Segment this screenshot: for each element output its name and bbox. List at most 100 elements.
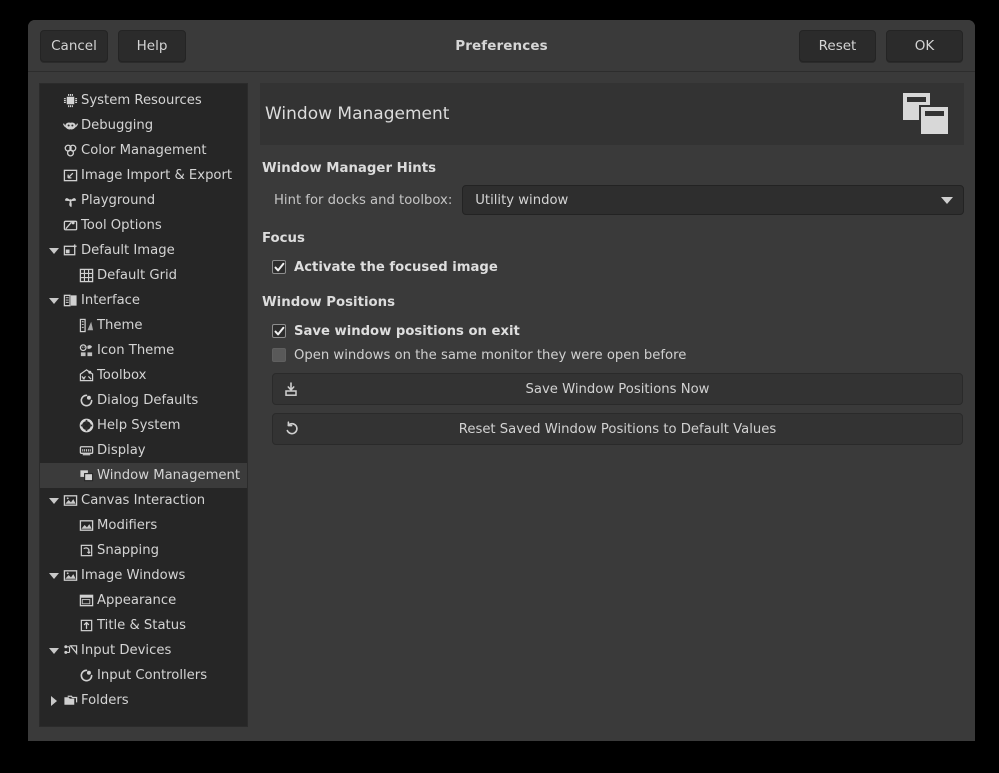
open-windows-same-monitor-checkbox[interactable] xyxy=(272,348,286,362)
color-circles-icon xyxy=(62,142,79,159)
save-window-positions-on-exit-checkbox[interactable] xyxy=(272,324,286,338)
help-button[interactable]: Help xyxy=(118,30,186,62)
title-status-icon xyxy=(78,617,95,634)
section-title-focus: Focus xyxy=(260,231,964,246)
tree-expander-spacer xyxy=(46,88,62,113)
tree-expander-spacer xyxy=(62,263,78,288)
sidebar-item-label: Debugging xyxy=(81,119,153,132)
sidebar-item-label: Image Windows xyxy=(81,569,185,582)
chevron-down-icon[interactable] xyxy=(46,488,62,513)
section-window-manager-hints: Window Manager Hints Hint for docks and … xyxy=(260,161,964,215)
tree-expander-spacer xyxy=(62,613,78,638)
sidebar-item-canvas-interaction[interactable]: Canvas Interaction xyxy=(40,488,247,513)
reset-saved-window-positions-button[interactable]: Reset Saved Window Positions to Default … xyxy=(272,413,963,445)
import-export-icon xyxy=(62,167,79,184)
chevron-right-icon[interactable] xyxy=(46,688,62,713)
sidebar-item-image-import-export[interactable]: Image Import & Export xyxy=(40,163,247,188)
sidebar-item-label: Canvas Interaction xyxy=(81,494,205,507)
hint-for-docks-value: Utility window xyxy=(475,193,941,208)
sidebar-item-image-windows[interactable]: Image Windows xyxy=(40,563,247,588)
sidebar-item-help-system[interactable]: Help System xyxy=(40,413,247,438)
section-focus: Focus Activate the focused image xyxy=(260,231,964,279)
section-window-positions: Window Positions Save window positions o… xyxy=(260,295,964,453)
save-window-positions-now-label: Save Window Positions Now xyxy=(526,382,710,397)
bug-icon xyxy=(62,117,79,134)
ok-button[interactable]: OK xyxy=(886,30,963,62)
activate-focused-image-label: Activate the focused image xyxy=(294,260,498,275)
sidebar-item-label: Title & Status xyxy=(97,619,186,632)
preferences-category-tree[interactable]: System Resources Debugging Color Managemen… xyxy=(39,83,248,727)
tree-expander-spacer xyxy=(62,438,78,463)
sidebar-item-modifiers[interactable]: Modifiers xyxy=(40,513,247,538)
grid-icon xyxy=(78,267,95,284)
sidebar-item-icon-theme[interactable]: Icon Theme xyxy=(40,338,247,363)
sidebar-item-color-management[interactable]: Color Management xyxy=(40,138,247,163)
undo-icon xyxy=(284,421,300,437)
sidebar-item-tool-options[interactable]: Tool Options xyxy=(40,213,247,238)
chevron-down-icon[interactable] xyxy=(46,638,62,663)
sidebar-item-title-status[interactable]: Title & Status xyxy=(40,613,247,638)
sidebar-item-playground[interactable]: Playground xyxy=(40,188,247,213)
cancel-button[interactable]: Cancel xyxy=(40,30,108,62)
sidebar-item-label: Input Devices xyxy=(81,644,171,657)
toolbox-icon xyxy=(78,367,95,384)
sidebar-item-label: System Resources xyxy=(81,94,202,107)
dialog-defaults-icon xyxy=(78,667,95,684)
tree-expander-spacer xyxy=(62,413,78,438)
hint-for-docks-dropdown[interactable]: Utility window xyxy=(462,185,964,215)
theme-icon xyxy=(78,317,95,334)
hint-for-docks-label: Hint for docks and toolbox: xyxy=(274,193,452,208)
sidebar-item-default-grid[interactable]: Default Grid xyxy=(40,263,247,288)
sidebar-item-interface[interactable]: Interface xyxy=(40,288,247,313)
chevron-down-icon[interactable] xyxy=(46,238,62,263)
help-system-icon xyxy=(78,417,95,434)
activate-focused-image-checkbox[interactable] xyxy=(272,260,286,274)
sidebar-item-label: Window Management xyxy=(97,469,240,482)
tree-expander-spacer xyxy=(46,138,62,163)
folders-icon xyxy=(62,692,79,709)
tree-expander-spacer xyxy=(62,663,78,688)
window-management-large-icon xyxy=(902,92,950,136)
tree-expander-spacer xyxy=(46,213,62,238)
sidebar-item-input-devices[interactable]: Input Devices xyxy=(40,638,247,663)
sidebar-item-debugging[interactable]: Debugging xyxy=(40,113,247,138)
preferences-content-pane: Window Management Window Manager Hints H… xyxy=(260,83,964,727)
sidebar-item-toolbox[interactable]: Toolbox xyxy=(40,363,247,388)
dialog-defaults-icon xyxy=(78,392,95,409)
chevron-down-icon[interactable] xyxy=(46,288,62,313)
icon-theme-icon xyxy=(78,342,95,359)
sidebar-item-appearance[interactable]: Appearance xyxy=(40,588,247,613)
sidebar-item-display[interactable]: Display xyxy=(40,438,247,463)
preferences-dialog: Cancel Help Preferences Reset OK System … xyxy=(28,20,975,741)
tree-expander-spacer xyxy=(46,163,62,188)
open-windows-same-monitor-row[interactable]: Open windows on the same monitor they we… xyxy=(260,343,964,367)
canvas-icon xyxy=(62,492,79,509)
sidebar-item-default-image[interactable]: Default Image xyxy=(40,238,247,263)
chevron-down-icon[interactable] xyxy=(46,563,62,588)
reset-button[interactable]: Reset xyxy=(799,30,876,62)
sidebar-item-folders[interactable]: Folders xyxy=(40,688,247,713)
window-management-icon xyxy=(78,467,95,484)
sidebar-item-dialog-defaults[interactable]: Dialog Defaults xyxy=(40,388,247,413)
tree-expander-spacer xyxy=(62,388,78,413)
sidebar-item-label: Input Controllers xyxy=(97,669,207,682)
sidebar-item-label: Toolbox xyxy=(97,369,146,382)
sidebar-item-window-management[interactable]: Window Management xyxy=(40,463,247,488)
sidebar-item-label: Icon Theme xyxy=(97,344,174,357)
hint-for-docks-row: Hint for docks and toolbox: Utility wind… xyxy=(260,185,964,215)
sidebar-item-system-resources[interactable]: System Resources xyxy=(40,88,247,113)
display-icon xyxy=(78,442,95,459)
tool-options-icon xyxy=(62,217,79,234)
interface-icon xyxy=(62,292,79,309)
tree-expander-spacer xyxy=(62,588,78,613)
sidebar-item-theme[interactable]: Theme xyxy=(40,313,247,338)
appearance-icon xyxy=(78,592,95,609)
sidebar-item-input-controllers[interactable]: Input Controllers xyxy=(40,663,247,688)
save-window-positions-on-exit-row[interactable]: Save window positions on exit xyxy=(260,319,964,343)
save-window-positions-now-button[interactable]: Save Window Positions Now xyxy=(272,373,963,405)
header-left-buttons: Cancel Help xyxy=(40,30,186,62)
activate-focused-image-checkbox-row[interactable]: Activate the focused image xyxy=(260,255,964,279)
sidebar-item-label: Appearance xyxy=(97,594,176,607)
tree-expander-spacer xyxy=(46,113,62,138)
sidebar-item-snapping[interactable]: Snapping xyxy=(40,538,247,563)
